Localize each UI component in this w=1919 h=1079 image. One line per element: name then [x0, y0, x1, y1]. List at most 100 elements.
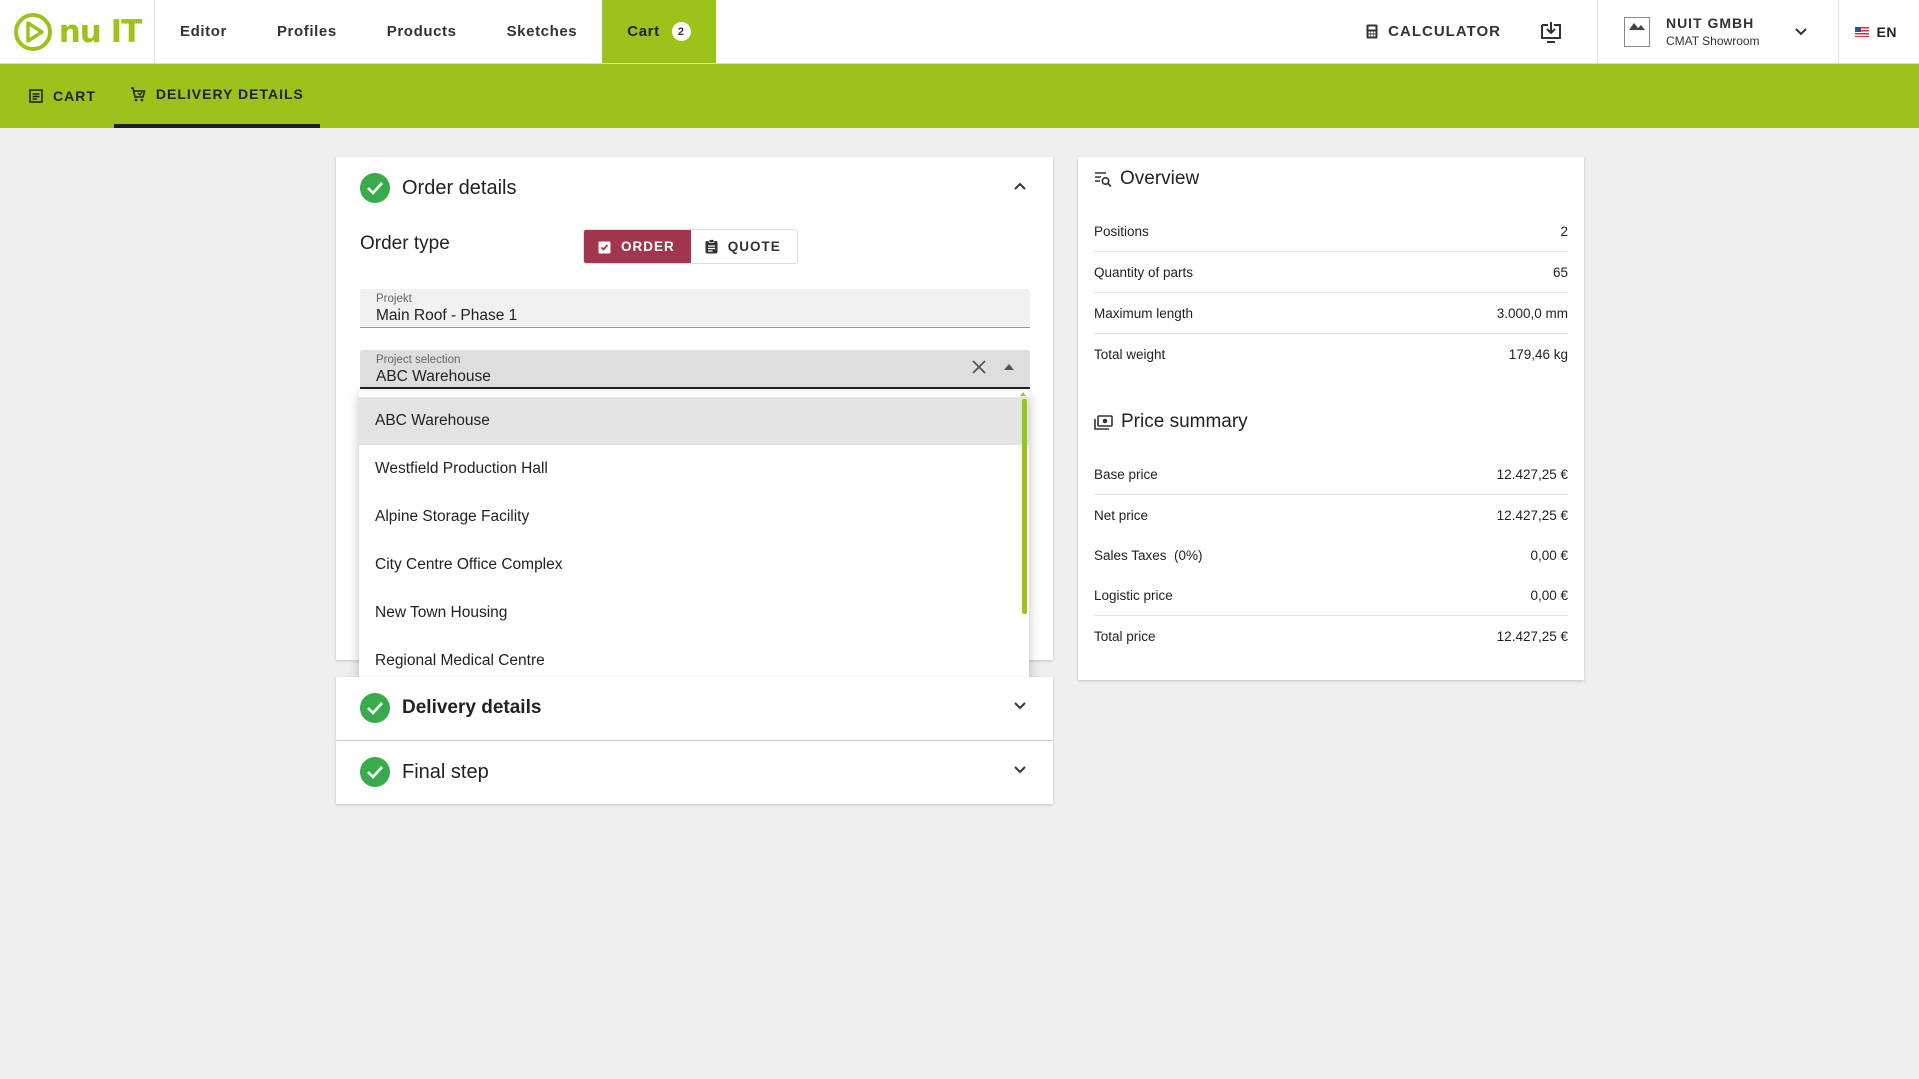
download-button[interactable] [1529, 0, 1598, 63]
row-value: 179,46 kg [1508, 346, 1568, 362]
cart-count-badge: 2 [671, 22, 691, 41]
tab-cart-label: CART [53, 88, 96, 104]
row-label: Positions [1094, 223, 1149, 239]
overview-row: Total weight 179,46 kg [1094, 334, 1568, 374]
app-logo[interactable]: nu IT [0, 0, 155, 63]
close-icon[interactable] [972, 360, 986, 374]
nav-products[interactable]: Products [362, 0, 482, 63]
caret-up-icon[interactable] [1004, 364, 1014, 370]
delivery-details-panel[interactable]: Delivery details [336, 677, 1053, 740]
quote-button[interactable]: QUOTE [690, 230, 797, 263]
project-selection-dropdown: ABC Warehouse Westfield Production Hall … [359, 391, 1029, 701]
logo-text: nu IT [58, 13, 143, 50]
dropdown-option[interactable]: ABC Warehouse [359, 397, 1029, 445]
project-field[interactable]: Projekt Main Roof - Phase 1 [360, 289, 1030, 328]
order-details-title: Order details [402, 176, 517, 199]
dropdown-option[interactable]: Westfield Production Hall [359, 445, 1029, 493]
check-circle-icon [360, 757, 390, 787]
company-subtitle: CMAT Showroom [1665, 34, 1760, 48]
nav-profiles[interactable]: Profiles [252, 0, 362, 63]
row-label: Quantity of parts [1094, 264, 1194, 280]
delivery-details-title: Delivery details [402, 697, 542, 718]
row-label: Net price [1094, 507, 1149, 523]
calculator-button[interactable]: CALCULATOR [1366, 0, 1529, 63]
row-label: Maximum length [1094, 305, 1194, 321]
money-icon [1094, 414, 1113, 430]
overview-title: Overview [1120, 168, 1200, 189]
price-summary-header: Price summary [1094, 411, 1248, 433]
project-selection-input[interactable]: Project selection ABC Warehouse [360, 350, 1030, 389]
check-circle-icon [360, 173, 390, 203]
company-info: NUIT GMBH CMAT Showroom [1666, 15, 1760, 48]
tab-cart[interactable]: CART [0, 64, 114, 128]
dropdown-option[interactable]: Alpine Storage Facility [359, 493, 1029, 541]
order-type-toggle: ORDER QUOTE [583, 229, 798, 264]
row-label: Base price [1094, 466, 1158, 482]
project-field-label: Projekt [376, 293, 412, 305]
final-step-panel[interactable]: Final step [336, 741, 1053, 804]
tab-delivery-details[interactable]: DELIVERY DETAILS [113, 64, 320, 128]
check-circle-icon [360, 693, 390, 723]
nav-cart-label: Cart [627, 23, 660, 40]
chevron-down-icon[interactable] [1013, 765, 1027, 775]
order-details-header[interactable]: Order details [360, 173, 517, 203]
top-navigation: nu IT Editor Profiles Products Sketches … [0, 0, 1919, 64]
price-row: Logistic price 0,00 € [1094, 575, 1568, 616]
download-icon [1540, 21, 1561, 43]
row-value: 2 [1560, 223, 1568, 239]
order-type-label: Order type [360, 233, 450, 254]
overview-row: Quantity of parts 65 [1094, 252, 1568, 293]
overview-row: Maximum length 3.000,0 mm [1094, 293, 1568, 334]
list-icon [29, 89, 43, 103]
row-label: Logistic price [1094, 587, 1173, 603]
row-label: Total price [1094, 628, 1156, 644]
calculator-icon [1366, 24, 1378, 39]
row-value: 3.000,0 mm [1496, 305, 1568, 321]
sub-navigation: CART DELIVERY DETAILS [0, 64, 1919, 128]
summary-panel: Overview Positions 2 Quantity of parts 6… [1078, 157, 1584, 680]
order-button[interactable]: ORDER [584, 230, 691, 263]
price-row: Sales Taxes (0%) 0,00 € [1094, 535, 1568, 575]
dropdown-option[interactable]: New Town Housing [359, 589, 1029, 637]
row-label: Total weight [1094, 346, 1166, 362]
project-selection-actions [972, 360, 1014, 374]
dropdown-option[interactable]: City Centre Office Complex [359, 541, 1029, 589]
project-selection-value: ABC Warehouse [376, 368, 491, 385]
language-label: EN [1876, 23, 1897, 40]
final-step-header[interactable]: Final step [360, 757, 489, 787]
nav-editor[interactable]: Editor [155, 0, 252, 63]
nav-sketches[interactable]: Sketches [482, 0, 603, 63]
final-step-title: Final step [402, 760, 489, 783]
project-field-value: Main Roof - Phase 1 [376, 307, 518, 324]
overview-header: Overview [1094, 168, 1199, 190]
company-name: NUIT GMBH [1665, 15, 1755, 31]
cart-icon [130, 86, 146, 101]
chevron-down-icon[interactable] [1013, 701, 1027, 711]
quote-button-label: QUOTE [727, 239, 781, 254]
list-search-icon [1095, 172, 1112, 187]
row-value: 12.427,25 € [1496, 466, 1568, 482]
chevron-up-icon[interactable] [1013, 181, 1027, 191]
us-flag-icon [1854, 26, 1869, 37]
row-value: 12.427,25 € [1496, 628, 1568, 644]
delivery-details-header[interactable]: Delivery details [360, 693, 541, 723]
overview-row: Positions 2 [1094, 211, 1568, 252]
play-logo-icon [13, 12, 52, 51]
company-logo-icon [1623, 16, 1650, 47]
price-row: Net price 12.427,25 € [1094, 495, 1568, 535]
company-selector[interactable]: NUIT GMBH CMAT Showroom [1598, 0, 1839, 63]
chevron-down-icon [1794, 27, 1807, 35]
language-selector[interactable]: EN [1839, 0, 1919, 63]
row-value: 0,00 € [1530, 547, 1568, 563]
dropdown-scrollbar[interactable] [1022, 399, 1027, 614]
price-row: Total price 12.427,25 € [1094, 616, 1568, 656]
clipboard-icon [705, 239, 718, 254]
order-button-label: ORDER [621, 239, 675, 254]
project-selection-label: Project selection [376, 354, 461, 366]
scroll-up-icon[interactable] [1020, 392, 1026, 396]
calculator-label: CALCULATOR [1388, 23, 1501, 40]
nav-cart[interactable]: Cart 2 [602, 0, 716, 63]
row-value: 0,00 € [1530, 587, 1568, 603]
clipboard-check-icon [598, 241, 611, 253]
